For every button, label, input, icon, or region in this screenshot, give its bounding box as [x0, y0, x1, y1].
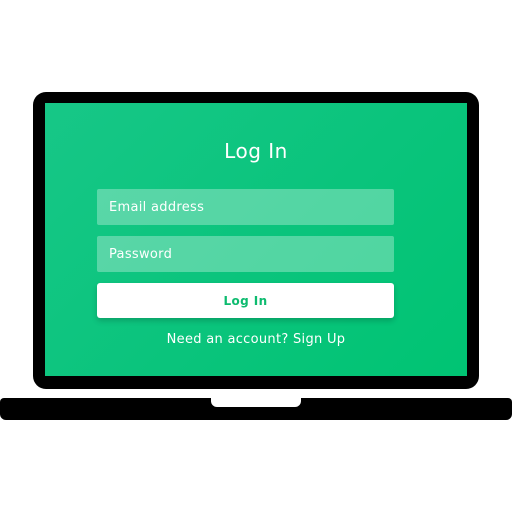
signup-prompt-text: Need an account? [166, 332, 293, 347]
laptop-base-notch [211, 398, 301, 407]
page-title: Log In [224, 139, 288, 163]
login-button[interactable]: Log In [97, 283, 394, 318]
signup-prompt: Need an account? Sign Up [45, 332, 467, 347]
laptop-illustration: Log In Email address Password Log In Nee… [0, 0, 512, 512]
email-placeholder: Email address [109, 199, 205, 215]
email-field[interactable]: Email address [97, 189, 394, 225]
password-placeholder: Password [109, 246, 173, 262]
password-field[interactable]: Password [97, 236, 394, 272]
signup-link[interactable]: Sign Up [293, 332, 345, 347]
